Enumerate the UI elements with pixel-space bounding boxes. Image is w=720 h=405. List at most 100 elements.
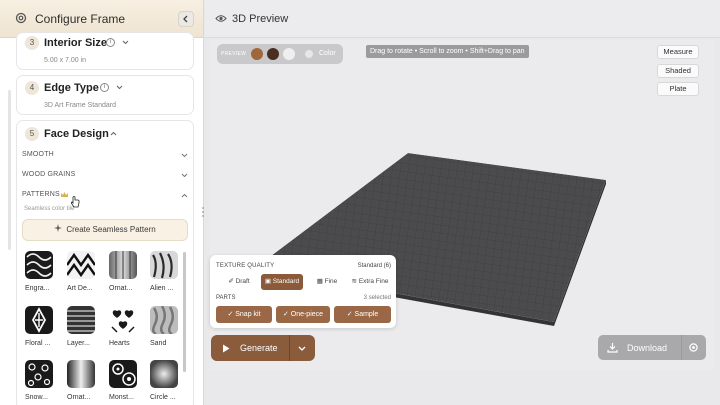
section-label: SMOOTH [22,151,54,158]
generate-button[interactable]: Generate [211,335,315,361]
step-title: Interior Size [44,37,107,49]
pattern-label: Sand [150,340,167,347]
preview-title: 3D Preview [232,13,289,25]
quality-option-extra-fine[interactable]: ≋ Extra Fine [346,274,394,290]
eye-icon [215,15,227,22]
pattern-tile[interactable]: Art De... [67,251,101,292]
pattern-thumbnail [25,251,53,279]
hand-cursor-icon [70,196,80,208]
part-label: One-piece [290,311,324,318]
chevron-down-icon[interactable] [298,346,306,351]
swatch-brown[interactable] [267,48,279,60]
step-title[interactable]: Face Design [44,128,109,140]
step-edge-type[interactable]: 4 Edge Type i 3D Art Frame Standard [16,75,194,115]
shaded-button[interactable]: Shaded [657,64,699,78]
pattern-tile[interactable]: Snow... [25,360,59,401]
part-sample[interactable]: ✓ Sample [334,306,391,323]
pattern-thumbnail [109,306,137,334]
custom-color-swatch[interactable] [305,50,313,58]
standard-icon: ▣ [264,278,273,285]
pattern-thumbnail [25,306,53,334]
sparkle-icon [54,224,63,232]
gear-icon[interactable] [688,342,699,353]
pattern-tile[interactable]: Hearts [109,306,143,347]
chevron-up-icon[interactable] [110,131,117,136]
panel-title: Configure Frame [35,12,126,26]
viewport-hint: Drag to rotate • Scroll to zoom • Shift+… [366,45,529,58]
pattern-label: Ornat... [109,285,133,292]
pattern-tile[interactable]: Monst... [109,360,143,401]
measure-button[interactable]: Measure [657,45,699,59]
fine-icon: ▦ [316,278,325,285]
pattern-scrollbar[interactable] [183,252,186,372]
pattern-tile[interactable]: Alien ... [150,251,184,292]
quality-option-label: Fine [324,278,338,285]
info-icon[interactable]: i [106,38,115,47]
pattern-thumbnail [67,360,95,388]
gear-icon [15,12,27,24]
quality-option-fine[interactable]: ▦ Fine [307,274,347,290]
pattern-thumbnail [109,251,137,279]
step-interior-size[interactable]: 3 Interior Size i 5.00 x 7.00 in [16,32,194,70]
step-number: 5 [25,127,39,141]
step-subtitle: 5.00 x 7.00 in [44,57,87,64]
parts-count: 3 selected [363,295,391,301]
quality-option-standard[interactable]: ▣ Standard [261,274,303,290]
step-title: Edge Type [44,82,99,94]
pattern-tile[interactable]: Ornat... [109,251,143,292]
pattern-thumbnail [150,251,178,279]
preview-color-picker: PREVIEW Color [217,44,343,64]
color-label[interactable]: Color [319,50,336,57]
pattern-label: Layer... [67,340,90,347]
preview-header: 3D Preview [205,0,720,38]
section-patterns[interactable]: PATTERNS [22,191,188,203]
section-wood-grains[interactable]: WOOD GRAINS [22,171,188,183]
download-button[interactable]: Download [598,335,706,360]
pattern-thumbnail [67,251,95,279]
extra-fine-icon: ≋ [351,278,359,285]
create-seamless-pattern-button[interactable]: Create Seamless Pattern [22,219,188,241]
collapse-panel-button[interactable] [178,11,194,27]
chevron-up-icon [181,193,188,198]
section-label: WOOD GRAINS [22,171,76,178]
swatch-white[interactable] [283,48,295,60]
pattern-thumbnail [109,360,137,388]
step-number: 4 [25,81,39,95]
pattern-tile[interactable]: Sand [150,306,184,347]
pattern-thumbnail [25,360,53,388]
check-icon: ✓ [346,311,355,318]
pattern-tile[interactable]: Circle ... [150,360,184,401]
plate-button[interactable]: Plate [657,82,699,96]
chevron-down-icon [181,173,188,178]
chevron-down-icon[interactable] [122,40,129,45]
preview-label: PREVIEW [221,51,247,57]
pattern-tile[interactable]: Floral ... [25,306,59,347]
section-smooth[interactable]: SMOOTH [22,151,188,163]
panel-resize-handle[interactable] [201,205,205,219]
panel-scroll-track[interactable] [8,90,11,250]
chevron-down-icon[interactable] [116,85,123,90]
quality-option-label: Draft [235,278,250,285]
pattern-label: Circle ... [150,394,176,401]
quality-option-draft[interactable]: ✐ Draft [216,274,262,290]
texture-quality-popup: TEXTURE QUALITY Standard (6) ✐ Draft ▣ S… [210,255,396,328]
part-one-piece[interactable]: ✓ One-piece [276,306,330,323]
pattern-thumbnail [150,306,178,334]
download-label: Download [627,343,668,353]
swatch-tan[interactable] [251,48,263,60]
draft-icon: ✐ [228,278,236,285]
create-pattern-label: Create Seamless Pattern [66,225,156,234]
pattern-tile[interactable]: Engra... [25,251,59,292]
pattern-tile[interactable]: Ornat... [67,360,101,401]
pattern-label: Monst... [109,394,134,401]
pattern-tile[interactable]: Layer... [67,306,101,347]
chevron-down-icon [181,153,188,158]
info-icon[interactable]: i [100,83,109,92]
part-label: Sample [354,311,379,318]
pattern-thumbnail [150,360,178,388]
part-snap-kit[interactable]: ✓ Snap kit [216,306,272,323]
play-icon [223,344,230,353]
pattern-label: Engra... [25,285,50,292]
step-number: 3 [25,36,39,50]
parts-title: PARTS [216,295,236,301]
